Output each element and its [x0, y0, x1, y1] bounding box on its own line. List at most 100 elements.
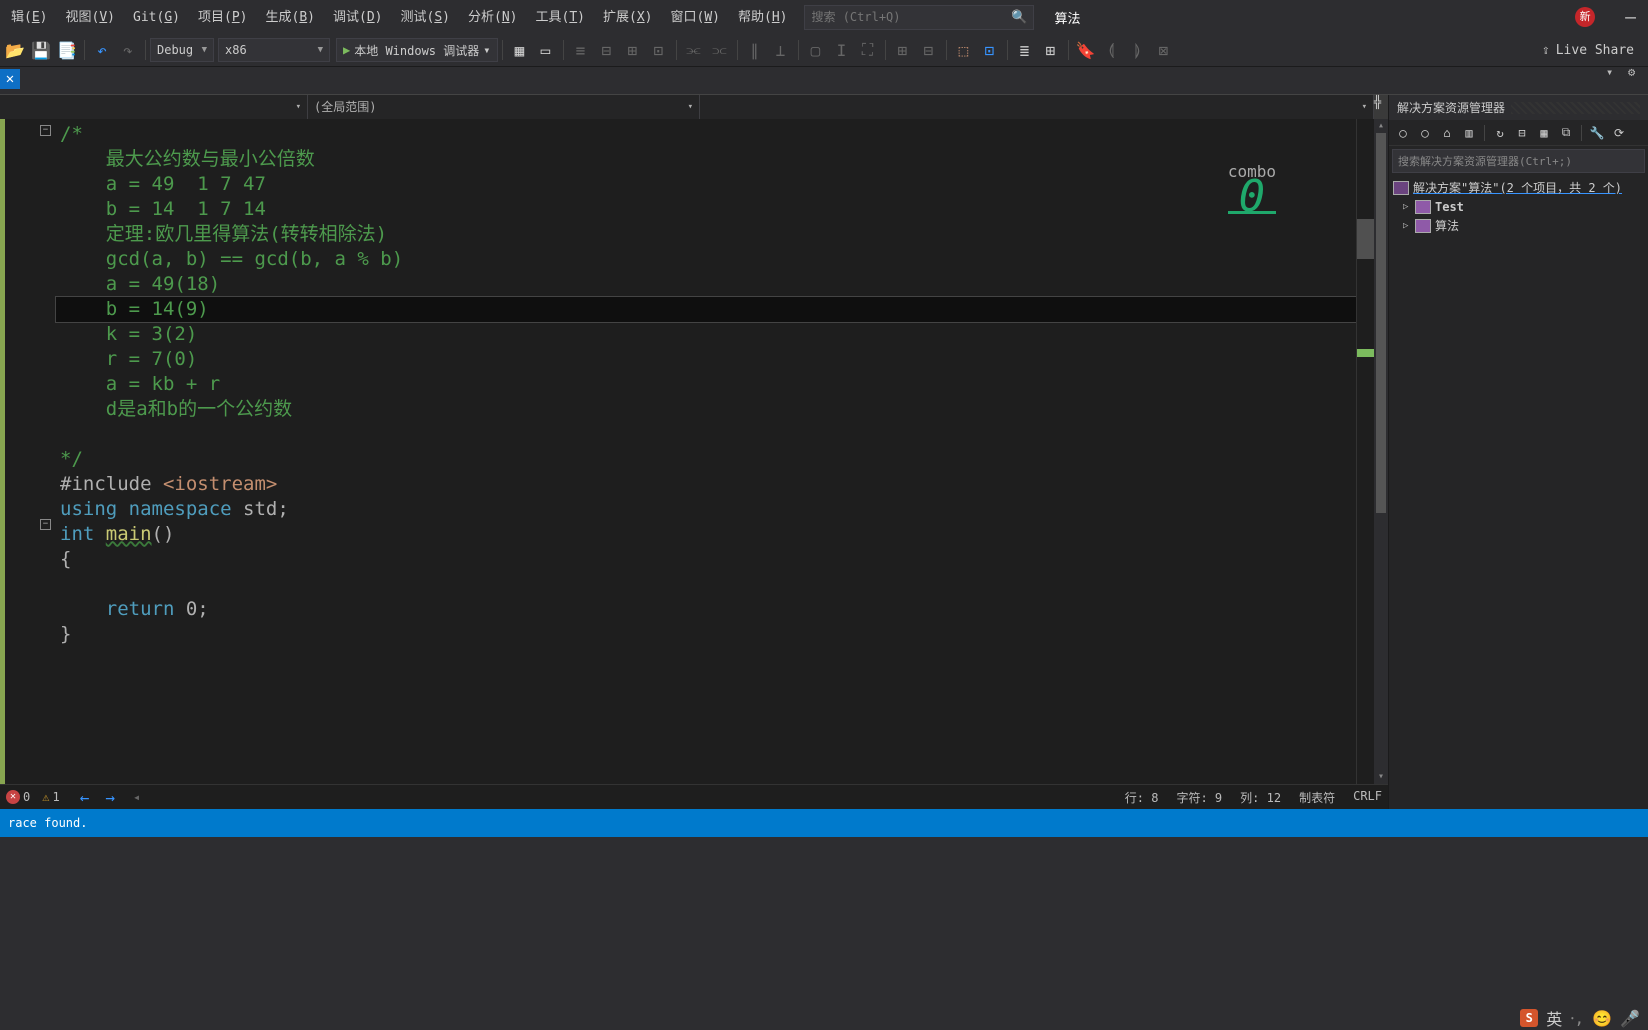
- menu-git[interactable]: Git(G): [124, 2, 189, 33]
- home-icon[interactable]: ⌂: [1437, 123, 1457, 143]
- tb-icon-4[interactable]: ⊟: [595, 38, 619, 62]
- tb-icon-20[interactable]: ⟬: [1100, 38, 1124, 62]
- overview-ruler[interactable]: [1356, 119, 1374, 785]
- tb-icon-18[interactable]: ≣: [1013, 38, 1037, 62]
- search-input[interactable]: [811, 10, 1011, 24]
- status-char[interactable]: 字符: 9: [1176, 789, 1222, 806]
- member-dropdown[interactable]: ▾: [700, 95, 1374, 119]
- scroll-thumb[interactable]: [1376, 133, 1386, 513]
- solution-tree[interactable]: 解决方案"算法"(2 个项目，共 2 个) ▷ Test ▷ 算法: [1389, 176, 1648, 237]
- local-debugger-button[interactable]: ▶本地 Windows 调试器▾: [336, 38, 498, 62]
- back-icon[interactable]: ◯: [1393, 123, 1413, 143]
- project-suanfa[interactable]: ▷ 算法: [1389, 216, 1648, 235]
- tb-icon-7[interactable]: ⫘: [682, 38, 706, 62]
- code-content[interactable]: /* 最大公约数与最小公倍数 a = 49 1 7 47 b = 14 1 7 …: [56, 119, 1356, 785]
- tb-icon-22[interactable]: ⊠: [1152, 38, 1176, 62]
- copy-icon[interactable]: ⧉: [1556, 123, 1576, 143]
- tb-icon-16[interactable]: ⬚: [952, 38, 976, 62]
- tb-icon-8[interactable]: ⫗: [708, 38, 732, 62]
- fwd-icon[interactable]: ◯: [1415, 123, 1435, 143]
- nav-back-icon[interactable]: ←: [80, 788, 90, 807]
- undo-icon[interactable]: ↶: [90, 38, 114, 62]
- open-file-icon[interactable]: 📂: [3, 38, 27, 62]
- expand-icon[interactable]: ▷: [1403, 221, 1415, 231]
- menu-help[interactable]: 帮助(H): [729, 2, 797, 33]
- project-test[interactable]: ▷ Test: [1389, 197, 1648, 216]
- scroll-down-icon[interactable]: ▾: [1374, 770, 1388, 784]
- solution-explorer-title[interactable]: 解决方案资源管理器: [1389, 95, 1648, 120]
- menu-window[interactable]: 窗口(W): [661, 2, 729, 33]
- tb-icon-5[interactable]: ⊞: [621, 38, 645, 62]
- scope-dropdown[interactable]: (全局范围)▾: [308, 95, 700, 119]
- search-icon[interactable]: 🔍: [1011, 10, 1027, 25]
- tb-icon-10[interactable]: ⊥: [769, 38, 793, 62]
- tb-icon-12[interactable]: I: [830, 38, 854, 62]
- gear-icon[interactable]: ⚙: [1628, 65, 1644, 81]
- menu-test[interactable]: 测试(S): [391, 2, 459, 33]
- menu-project[interactable]: 项目(P): [189, 2, 257, 33]
- tb-icon-17[interactable]: ⊡: [978, 38, 1002, 62]
- warning-count[interactable]: ⚠1: [42, 790, 59, 804]
- tb-icon-13[interactable]: ⛶: [856, 38, 880, 62]
- vertical-scrollbar[interactable]: ▴ ▾: [1374, 119, 1388, 785]
- tb-icon-15[interactable]: ⊟: [917, 38, 941, 62]
- ime-lang[interactable]: 英: [1546, 1006, 1562, 1030]
- menu-view[interactable]: 视图(V): [57, 2, 125, 33]
- status-crlf[interactable]: CRLF: [1353, 789, 1382, 806]
- solution-search[interactable]: 搜索解决方案资源管理器(Ctrl+;): [1392, 149, 1645, 173]
- tb-icon-1[interactable]: ▦: [508, 38, 532, 62]
- error-count[interactable]: ✕0: [6, 790, 30, 804]
- project-scope-dropdown[interactable]: ▾: [0, 95, 308, 119]
- solution-explorer-panel: 解决方案资源管理器 ◯ ◯ ⌂ ▥ ↻ ⊟ ▦ ⧉ 🔧 ⟳ 搜索解决方案资源管理…: [1388, 95, 1648, 809]
- tb-icon-14[interactable]: ⊞: [891, 38, 915, 62]
- save-icon[interactable]: 💾: [29, 38, 53, 62]
- fold-toggle[interactable]: −: [40, 125, 51, 136]
- nav-fwd-icon[interactable]: →: [105, 788, 115, 807]
- tb-icon-6[interactable]: ⊡: [647, 38, 671, 62]
- solution-explorer-toolbar: ◯ ◯ ⌂ ▥ ↻ ⊟ ▦ ⧉ 🔧 ⟳: [1389, 120, 1648, 146]
- config-dropdown[interactable]: Debug▼: [150, 38, 214, 62]
- tb-icon-11[interactable]: ▢: [804, 38, 828, 62]
- code-editor[interactable]: − − /* 最大公约数与最小公倍数 a = 49 1 7 47 b = 14 …: [0, 119, 1388, 785]
- properties-icon[interactable]: 🔧: [1587, 123, 1607, 143]
- refresh-icon[interactable]: ↻: [1490, 123, 1510, 143]
- live-share-button[interactable]: ⇪ Live Share: [1530, 43, 1646, 58]
- show-all-icon[interactable]: ▦: [1534, 123, 1554, 143]
- expand-icon[interactable]: ▷: [1403, 202, 1415, 212]
- line-gutter: [0, 119, 38, 785]
- fold-toggle-2[interactable]: −: [40, 519, 51, 530]
- switch-view-icon[interactable]: ▥: [1459, 123, 1479, 143]
- menu-edit[interactable]: 辑(E): [2, 2, 57, 33]
- bookmark-icon[interactable]: 🔖: [1074, 38, 1098, 62]
- status-col[interactable]: 列: 12: [1240, 789, 1281, 806]
- tb-icon-2[interactable]: ▭: [534, 38, 558, 62]
- status-line[interactable]: 行: 8: [1125, 789, 1159, 806]
- ime-smile-icon[interactable]: 😊: [1592, 1009, 1612, 1028]
- save-all-icon[interactable]: 📑: [55, 38, 79, 62]
- solution-root[interactable]: 解决方案"算法"(2 个项目，共 2 个): [1389, 178, 1648, 197]
- minimize-icon[interactable]: —: [1625, 7, 1636, 28]
- ime-mic-icon[interactable]: 🎤: [1620, 1009, 1640, 1028]
- tb-icon-3[interactable]: ≡: [569, 38, 593, 62]
- preview-icon[interactable]: ⟳: [1609, 123, 1629, 143]
- menu-debug[interactable]: 调试(D): [324, 2, 392, 33]
- tb-icon-9[interactable]: ∥: [743, 38, 767, 62]
- quick-search[interactable]: 🔍: [804, 5, 1034, 30]
- tb-icon-21[interactable]: ⟭: [1126, 38, 1150, 62]
- collapse-icon[interactable]: ⊟: [1512, 123, 1532, 143]
- menu-analyze[interactable]: 分析(N): [459, 2, 527, 33]
- output-bar: race found.: [0, 809, 1648, 837]
- menu-build[interactable]: 生成(B): [256, 2, 324, 33]
- scroll-up-icon[interactable]: ▴: [1374, 119, 1388, 133]
- menu-tools[interactable]: 工具(T): [526, 2, 594, 33]
- new-badge[interactable]: 新: [1575, 7, 1595, 27]
- redo-icon[interactable]: ↷: [116, 38, 140, 62]
- platform-dropdown[interactable]: x86▼: [218, 38, 330, 62]
- tb-icon-19[interactable]: ⊞: [1039, 38, 1063, 62]
- status-tabs[interactable]: 制表符: [1299, 789, 1335, 806]
- dropdown-icon[interactable]: ▾: [1606, 65, 1622, 81]
- ime-logo-icon[interactable]: S: [1520, 1009, 1538, 1027]
- menu-extensions[interactable]: 扩展(X): [594, 2, 662, 33]
- split-icon[interactable]: ╬: [1374, 95, 1388, 119]
- tab-close-icon[interactable]: ✕: [0, 69, 20, 89]
